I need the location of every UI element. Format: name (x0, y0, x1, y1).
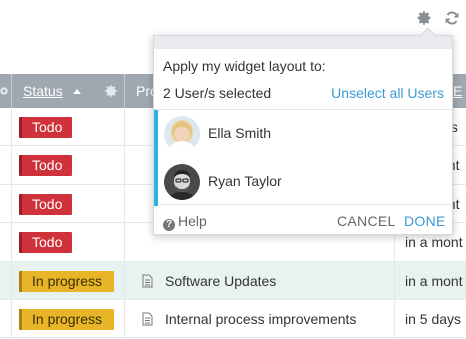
status-header-label[interactable]: Status (23, 83, 63, 99)
status-cell: Todo (12, 223, 125, 261)
document-icon (142, 312, 153, 326)
status-badge[interactable]: In progress (19, 308, 115, 330)
user-list: Ella Smith Ryan Taylor (154, 109, 452, 206)
end-date-cell: in 5 days (395, 300, 466, 337)
table-row[interactable]: In progress Internal process improvements… (0, 299, 466, 339)
status-badge[interactable]: Todo (19, 117, 73, 138)
table-row[interactable]: In progress Software Updates in a mont (0, 261, 466, 300)
row-left-cell (0, 146, 12, 184)
column-settings-icon[interactable] (0, 84, 10, 98)
user-item-ryan-taylor[interactable]: Ryan Taylor (154, 158, 452, 206)
row-left-cell (0, 184, 12, 223)
end-date-header-label[interactable]: E (453, 83, 462, 99)
row-left-cell (0, 223, 12, 261)
help-question-icon: ? (163, 219, 175, 231)
row-left-cell (0, 299, 12, 338)
end-date-cell: in a mont (395, 262, 466, 299)
help-label: Help (178, 213, 207, 229)
project-cell: Internal process improvements (125, 299, 395, 338)
status-badge[interactable]: Todo (19, 232, 73, 254)
popup-footer: ? Help CANCEL DONE (154, 206, 452, 236)
project-name[interactable]: Internal process improvements (165, 311, 356, 327)
help-link[interactable]: ? Help (163, 213, 207, 231)
popup-heading: Apply my widget layout to: (163, 58, 326, 74)
cancel-button[interactable]: CANCEL (337, 213, 396, 229)
avatar-ella-smith (164, 116, 200, 152)
refresh-icon[interactable] (444, 10, 460, 26)
status-cell: Todo (12, 146, 125, 184)
sort-ascending-icon[interactable] (73, 89, 81, 94)
status-cell: Todo (12, 108, 125, 146)
user-name: Ryan Taylor (208, 173, 282, 189)
project-cell: Software Updates (125, 261, 395, 299)
column-settings-icon[interactable] (104, 84, 118, 98)
project-name[interactable]: Software Updates (165, 273, 276, 289)
header-left-column (0, 74, 12, 108)
user-name: Ella Smith (208, 125, 272, 141)
user-item-ella-smith[interactable]: Ella Smith (154, 110, 452, 158)
row-left-cell (0, 261, 12, 299)
avatar-ryan-taylor (164, 164, 200, 200)
settings-gear-icon[interactable] (416, 10, 432, 26)
status-cell: Todo (12, 184, 125, 223)
status-column-header[interactable]: Status (12, 74, 125, 108)
status-badge[interactable]: In progress (19, 270, 115, 292)
end-date-text: in a mont (405, 234, 463, 251)
status-cell: In progress (12, 299, 125, 338)
widget-layout-popup: Apply my widget layout to: 2 User/s sele… (153, 27, 453, 236)
row-left-cell (0, 108, 12, 146)
status-badge[interactable]: Todo (19, 193, 73, 215)
end-date-text: in a mont (405, 272, 463, 289)
selected-users-count: 2 User/s selected (163, 85, 272, 101)
document-icon (142, 274, 153, 288)
unselect-all-users-link[interactable]: Unselect all Users (331, 85, 444, 101)
status-cell: In progress (12, 261, 125, 299)
end-date-text: in 5 days (405, 310, 462, 327)
status-badge[interactable]: Todo (19, 155, 73, 177)
done-button[interactable]: DONE (404, 213, 446, 229)
popup-top-strip (154, 36, 452, 49)
